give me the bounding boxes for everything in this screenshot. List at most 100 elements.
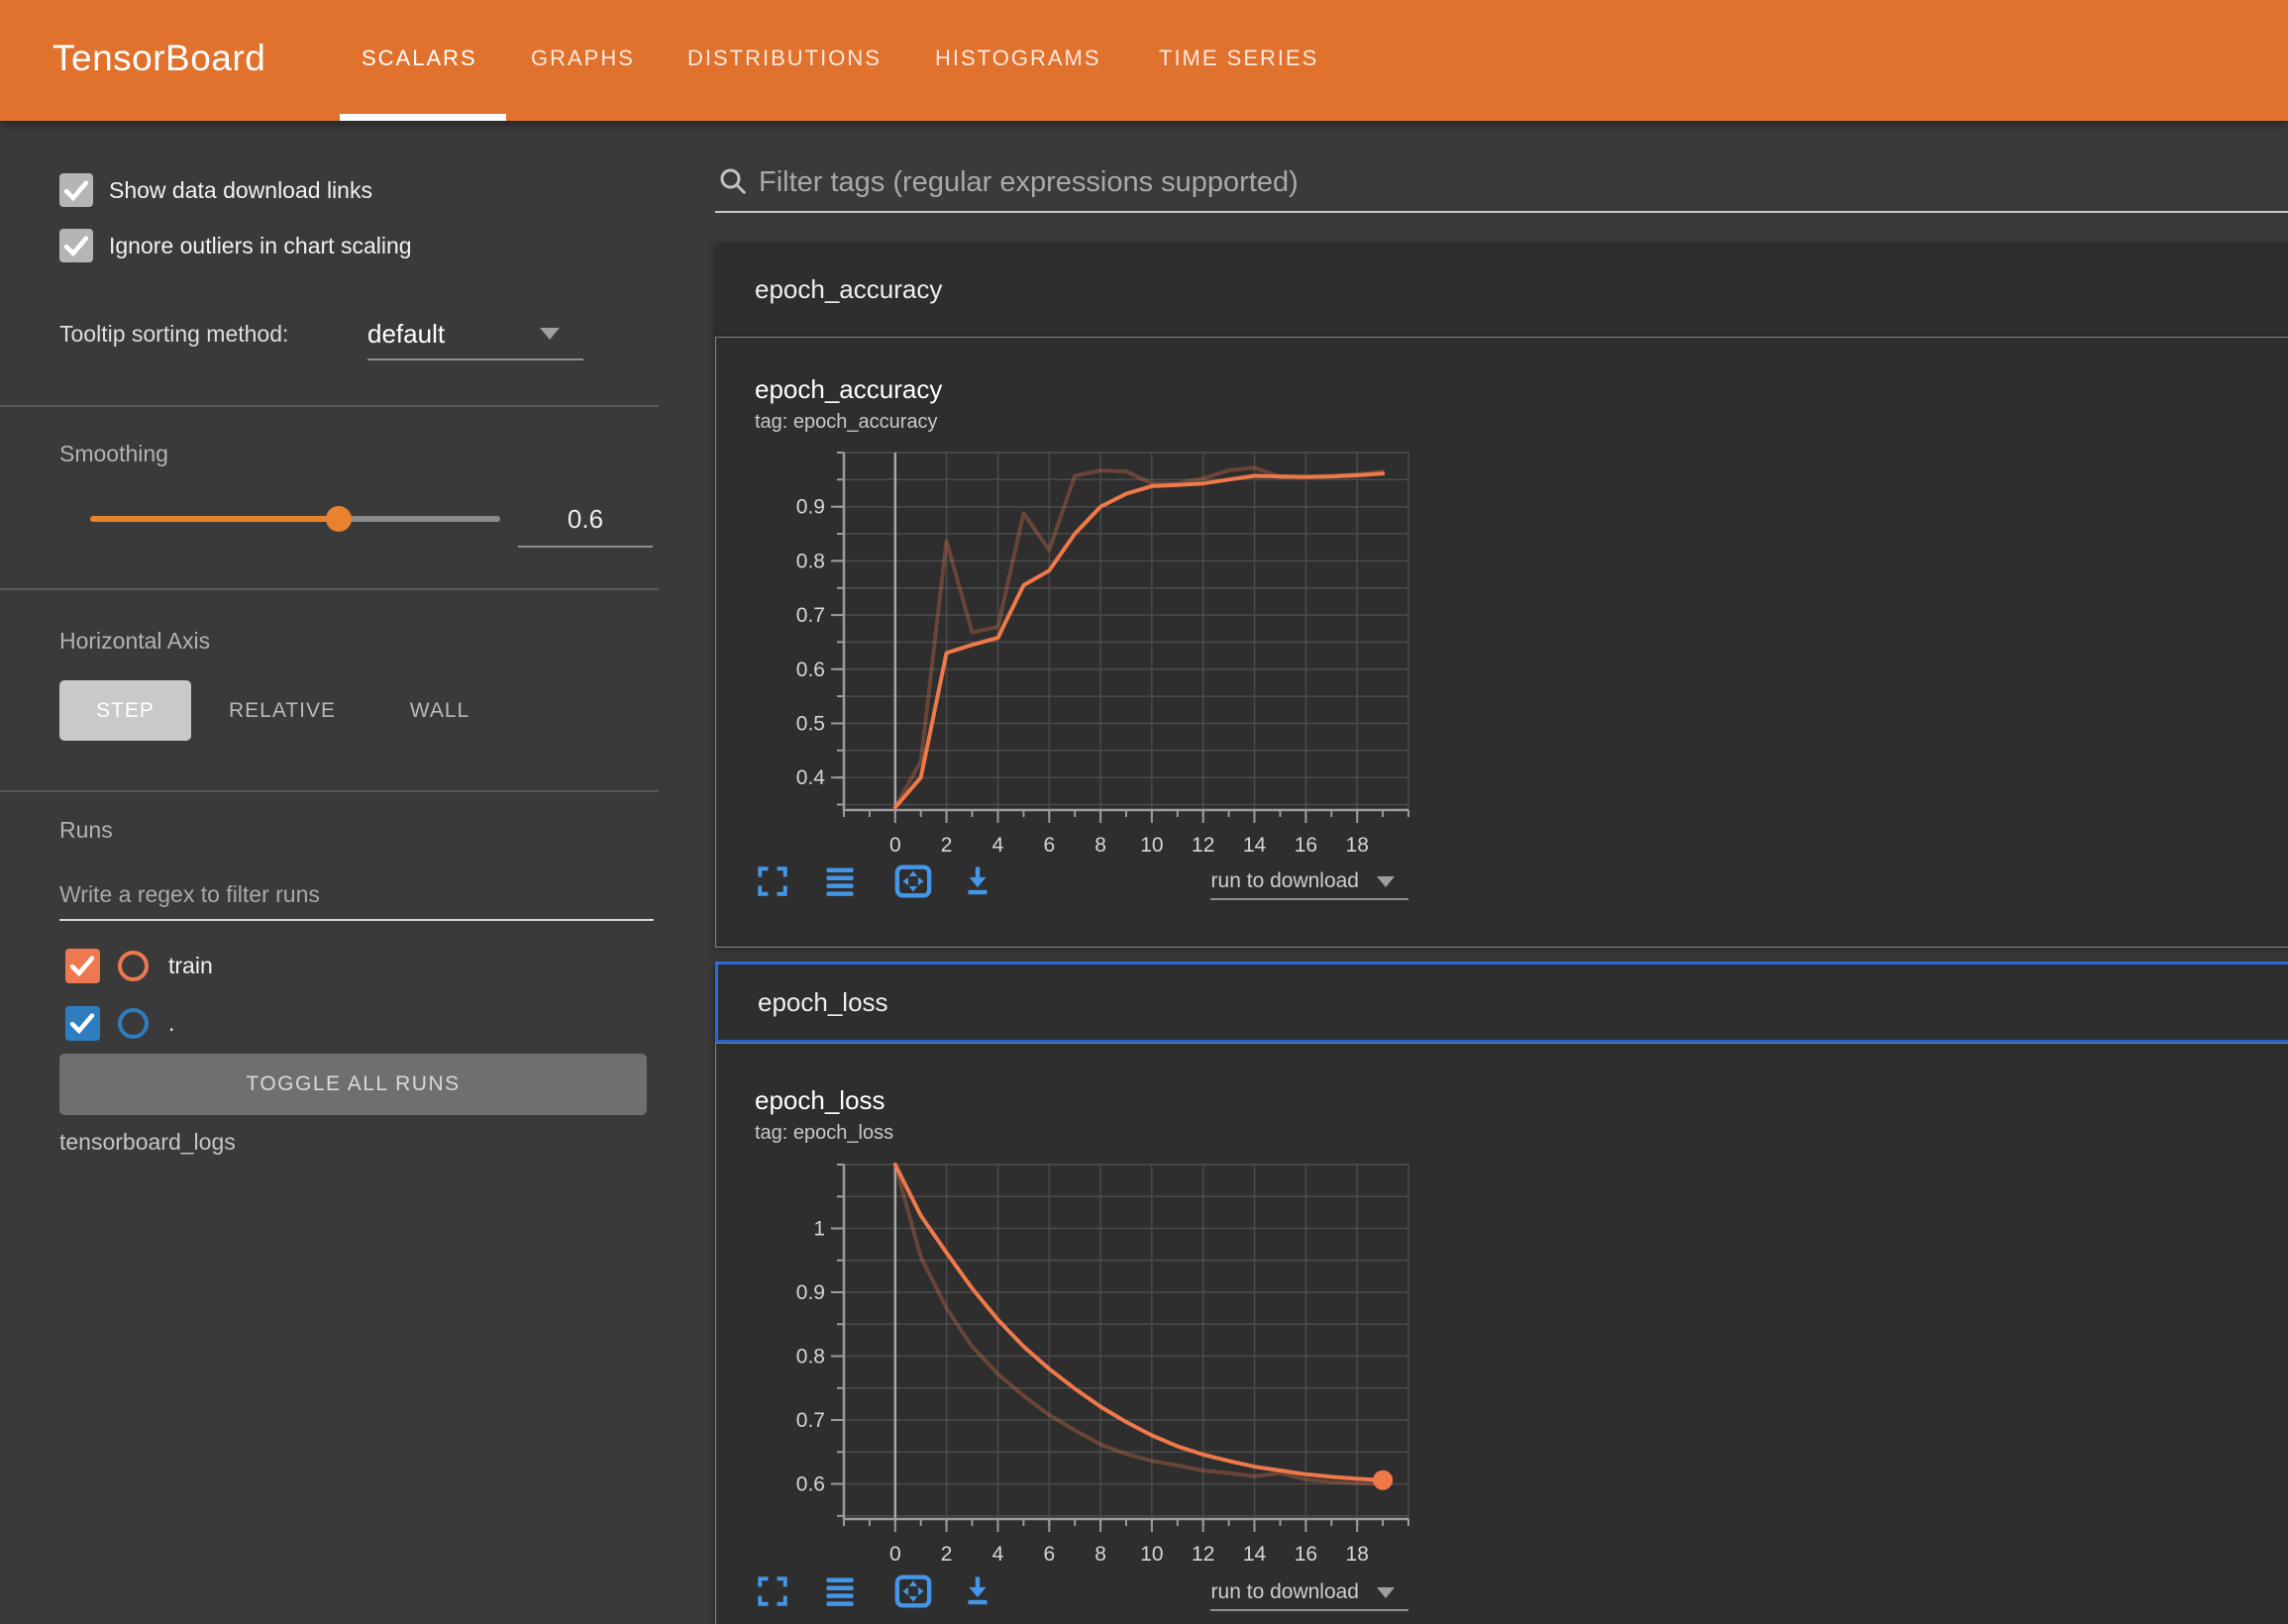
run-to-download-underline [1210,1609,1408,1611]
svg-text:12: 12 [1192,1543,1214,1566]
svg-text:0.9: 0.9 [796,496,825,519]
svg-text:18: 18 [1346,834,1369,857]
caret-down-icon [1377,1587,1395,1598]
run-filter-input[interactable] [59,875,614,913]
tab-time-series[interactable]: TIME SERIES [1159,46,1318,71]
svg-text:2: 2 [941,1543,953,1566]
sidebar-divider [0,588,659,590]
svg-text:0.7: 0.7 [796,1409,825,1432]
fit-domain-icon[interactable] [891,860,935,903]
horizontal-axis-label: Horizontal Axis [59,624,210,658]
svg-text:14: 14 [1243,834,1267,857]
run-to-download-label: run to download [1211,1580,1359,1604]
sidebar-divider [0,790,659,792]
fit-domain-icon[interactable] [891,1570,935,1613]
fullscreen-icon[interactable] [755,1573,790,1609]
epoch-loss-chart[interactable]: 0246810121416180.60.70.80.91 [693,1149,1446,1624]
sidebar-divider [0,405,659,407]
svg-text:1: 1 [813,1218,825,1241]
svg-text:10: 10 [1140,1543,1163,1566]
epoch-accuracy-chart[interactable]: 0 2 4 6 8 10 12 14 16 18 0.4 0.5 0.6 0.7 0.8 0.9 [693,436,1446,881]
smoothing-slider-fill [90,516,339,522]
svg-text:0.8: 0.8 [796,1346,825,1369]
svg-text:16: 16 [1295,834,1317,857]
svg-text:6: 6 [1043,834,1055,857]
toggle-log-scale-icon[interactable] [820,863,860,899]
svg-text:2: 2 [941,834,953,857]
caret-down-icon [1377,876,1395,887]
svg-text:0.6: 0.6 [796,1473,825,1496]
download-csv-icon[interactable] [959,862,996,899]
chart-tag: tag: epoch_accuracy [755,407,942,437]
run-dot-checkbox[interactable] [65,1006,100,1041]
filter-tags-input[interactable] [759,162,2244,202]
svg-text:14: 14 [1243,1543,1267,1566]
run-to-download-label: run to download [1211,869,1359,893]
svg-text:0.7: 0.7 [796,604,825,627]
tooltip-sorting-label: Tooltip sorting method: [59,317,288,351]
panel-title: epoch_accuracy [715,243,2288,337]
ignore-outliers-label: Ignore outliers in chart scaling [109,229,412,262]
run-dot-label: . [168,1006,174,1041]
tensorboard-app: TensorBoard SCALARS GRAPHS DISTRIBUTIONS… [0,0,2288,1624]
axis-option-step[interactable]: STEP [59,680,191,741]
svg-text:18: 18 [1346,1543,1369,1566]
run-filter-underline [59,919,654,921]
smoothing-label: Smoothing [59,437,168,470]
checkmark-icon [59,173,93,207]
svg-text:0.8: 0.8 [796,550,825,572]
chart-heading-epoch-accuracy: epoch_accuracy tag: epoch_accuracy [755,372,942,437]
runs-label: Runs [59,813,113,847]
svg-text:0: 0 [889,834,901,857]
smoothing-value-input[interactable] [518,499,653,539]
smoothing-slider-thumb[interactable] [326,506,352,532]
svg-text:10: 10 [1140,834,1163,857]
panel-header-epoch-loss[interactable]: epoch_loss [715,962,2288,1043]
tab-scalars[interactable]: SCALARS [362,46,477,71]
run-train-color-swatch[interactable] [118,951,149,981]
download-csv-icon[interactable] [959,1572,996,1609]
ignore-outliers-checkbox[interactable] [59,229,93,262]
chart-tag: tag: epoch_loss [755,1118,893,1148]
smoothing-value-underline [518,546,653,548]
app-header: TensorBoard SCALARS GRAPHS DISTRIBUTIONS… [0,0,2288,121]
search-icon [718,166,748,196]
checkmark-icon [59,229,93,262]
svg-text:6: 6 [1043,1543,1055,1566]
tab-distributions[interactable]: DISTRIBUTIONS [687,46,882,71]
svg-text:4: 4 [992,834,1004,857]
axis-option-relative[interactable]: RELATIVE [208,680,357,741]
svg-text:8: 8 [1094,834,1106,857]
filter-tags-underline [715,211,2288,213]
svg-text:16: 16 [1295,1543,1317,1566]
svg-text:0.9: 0.9 [796,1281,825,1304]
svg-text:0.5: 0.5 [796,713,825,736]
chart-title: epoch_accuracy [755,372,942,407]
toggle-log-scale-icon[interactable] [820,1573,860,1609]
svg-text:4: 4 [992,1543,1004,1566]
chart-title: epoch_loss [755,1083,893,1118]
caret-down-icon[interactable] [540,328,560,340]
show-download-links-label: Show data download links [109,173,372,207]
fullscreen-icon[interactable] [755,863,790,899]
toggle-all-runs-button[interactable]: TOGGLE ALL RUNS [59,1054,647,1115]
tab-graphs[interactable]: GRAPHS [531,46,635,71]
run-train-checkbox[interactable] [65,949,100,983]
chart-heading-epoch-loss: epoch_loss tag: epoch_loss [755,1083,893,1148]
run-to-download-dropdown[interactable]: run to download [1139,1574,1395,1610]
tooltip-sorting-dropdown[interactable]: default [367,316,445,352]
panel-header-epoch-accuracy[interactable]: epoch_accuracy [715,243,2288,337]
log-directory-label: tensorboard_logs [59,1125,236,1159]
svg-text:0.6: 0.6 [796,659,825,681]
axis-option-wall[interactable]: WALL [381,680,498,741]
run-to-download-dropdown[interactable]: run to download [1139,863,1395,899]
run-to-download-underline [1210,898,1408,900]
svg-text:12: 12 [1192,834,1214,857]
checkmark-icon [65,1006,99,1040]
run-dot-color-swatch[interactable] [118,1008,149,1039]
tooltip-sorting-underline [367,358,583,360]
svg-text:0.4: 0.4 [796,766,826,789]
svg-text:0: 0 [889,1543,901,1566]
show-download-links-checkbox[interactable] [59,173,93,207]
tab-histograms[interactable]: HISTOGRAMS [935,46,1101,71]
